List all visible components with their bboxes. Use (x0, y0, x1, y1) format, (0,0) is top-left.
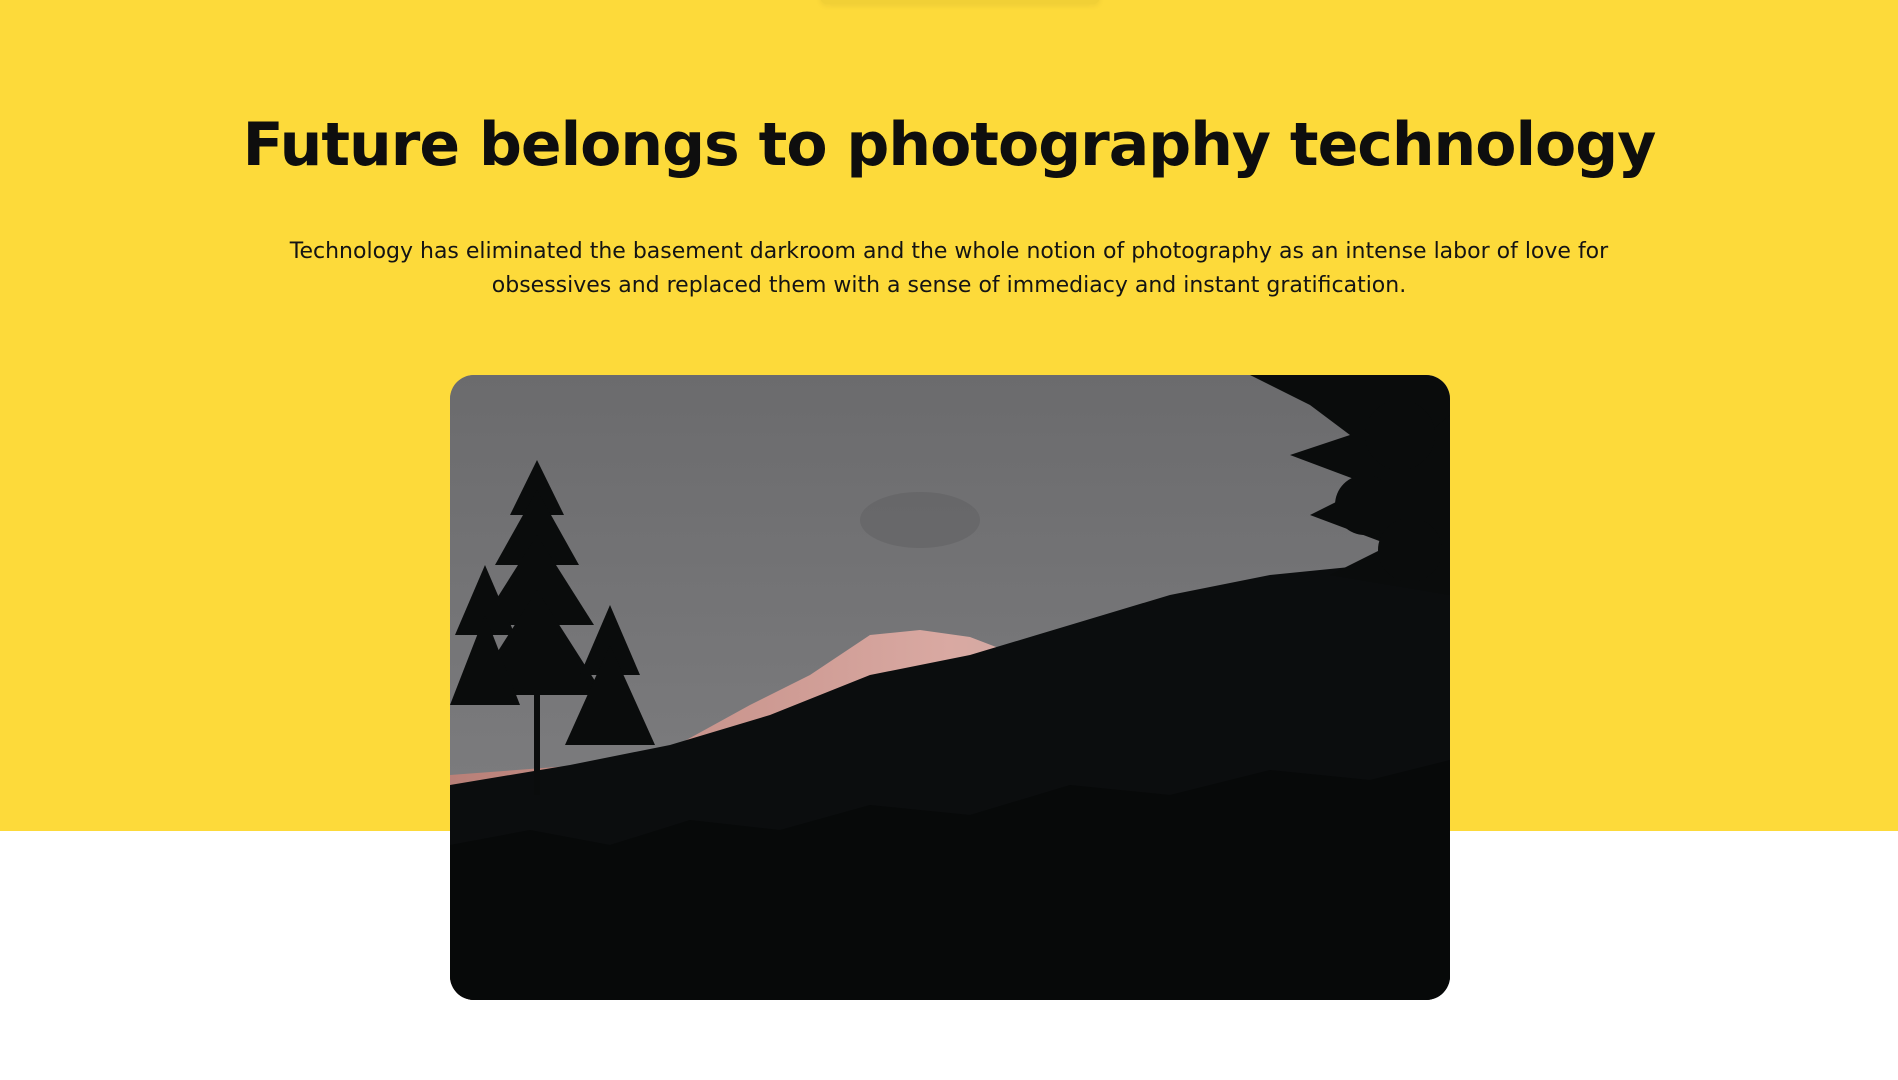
cloud (860, 492, 980, 548)
top-nav-pill (820, 0, 1100, 4)
hero-description: Technology has eliminated the basement d… (289, 239, 1609, 298)
mountain-landscape-photo (450, 375, 1450, 1000)
hero-title: Future belongs to photography technology (242, 110, 1657, 180)
page: Future belongs to photography technology… (0, 0, 1898, 1080)
photo-illustration (450, 375, 1450, 1000)
